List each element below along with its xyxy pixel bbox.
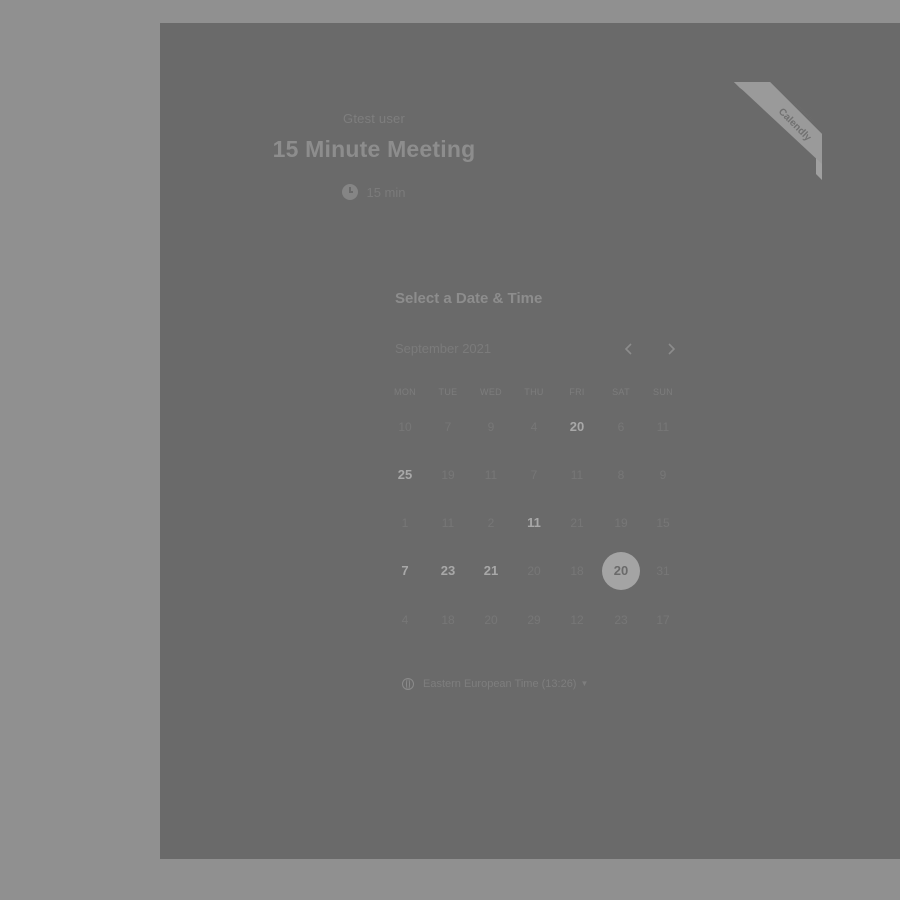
available-day[interactable]: 21 (472, 552, 510, 590)
chevron-left-icon (624, 343, 632, 355)
timezone-label: Eastern European Time (13:26) (423, 678, 577, 690)
unavailable-day: 6 (617, 420, 625, 434)
unavailable-day: 9 (659, 468, 667, 482)
host-name: Gtest user (343, 111, 405, 126)
event-duration: 15 min (0, 184, 748, 200)
unavailable-day: 2 (487, 516, 495, 530)
unavailable-day: 11 (656, 420, 670, 434)
unavailable-day: 12 (570, 613, 584, 627)
available-day[interactable]: 23 (429, 552, 467, 590)
weekday-label: FRI (569, 387, 585, 397)
weekday-label: THU (524, 387, 544, 397)
unavailable-day: 19 (614, 516, 628, 530)
unavailable-day: 1 (401, 516, 409, 530)
clock-icon (342, 184, 359, 200)
available-day[interactable]: 25 (386, 456, 424, 494)
unavailable-day: 15 (656, 516, 670, 530)
unavailable-day: 21 (570, 516, 584, 530)
unavailable-day: 7 (530, 468, 538, 482)
unavailable-day: 4 (530, 420, 538, 434)
unavailable-day: 10 (398, 420, 412, 434)
powered-by-calendly-badge[interactable]: powered by Calendly (734, 82, 822, 180)
selected-day[interactable]: 20 (602, 552, 640, 590)
unavailable-day: 17 (656, 613, 670, 627)
available-day[interactable]: 20 (558, 408, 596, 446)
unavailable-day: 31 (656, 564, 670, 578)
chevron-right-icon (668, 343, 676, 355)
globe-icon (402, 678, 414, 690)
available-day[interactable]: 11 (515, 504, 553, 542)
unavailable-day: 4 (401, 613, 409, 627)
unavailable-day: 23 (614, 613, 628, 627)
month-label: September 2021 (395, 341, 492, 356)
next-month-button[interactable] (660, 338, 682, 360)
unavailable-day: 20 (484, 613, 498, 627)
weekday-label: WED (480, 387, 502, 397)
unavailable-day: 11 (570, 468, 584, 482)
select-date-heading: Select a Date & Time (395, 290, 543, 307)
unavailable-day: 18 (570, 564, 584, 578)
weekday-label: TUE (438, 387, 458, 397)
available-day[interactable]: 7 (386, 552, 424, 590)
unavailable-day: 8 (617, 468, 625, 482)
weekday-label: SAT (612, 387, 630, 397)
weekday-label: SUN (653, 387, 673, 397)
unavailable-day: 20 (527, 564, 541, 578)
event-title: 15 Minute Meeting (272, 136, 476, 162)
unavailable-day: 29 (527, 613, 541, 627)
duration-label: 15 min (366, 185, 406, 200)
calendly-ribbon-icon: powered by Calendly (734, 82, 822, 180)
unavailable-day: 7 (444, 420, 452, 434)
unavailable-day: 11 (484, 468, 498, 482)
previous-month-button[interactable] (618, 338, 640, 360)
unavailable-day: 11 (441, 516, 455, 530)
caret-down-icon: ▼ (580, 679, 589, 688)
unavailable-day: 9 (487, 420, 495, 434)
unavailable-day: 18 (441, 613, 455, 627)
timezone-selector[interactable]: Eastern European Time (13:26) ▼ (402, 678, 588, 690)
weekday-label: MON (394, 387, 416, 397)
unavailable-day: 19 (441, 468, 455, 482)
